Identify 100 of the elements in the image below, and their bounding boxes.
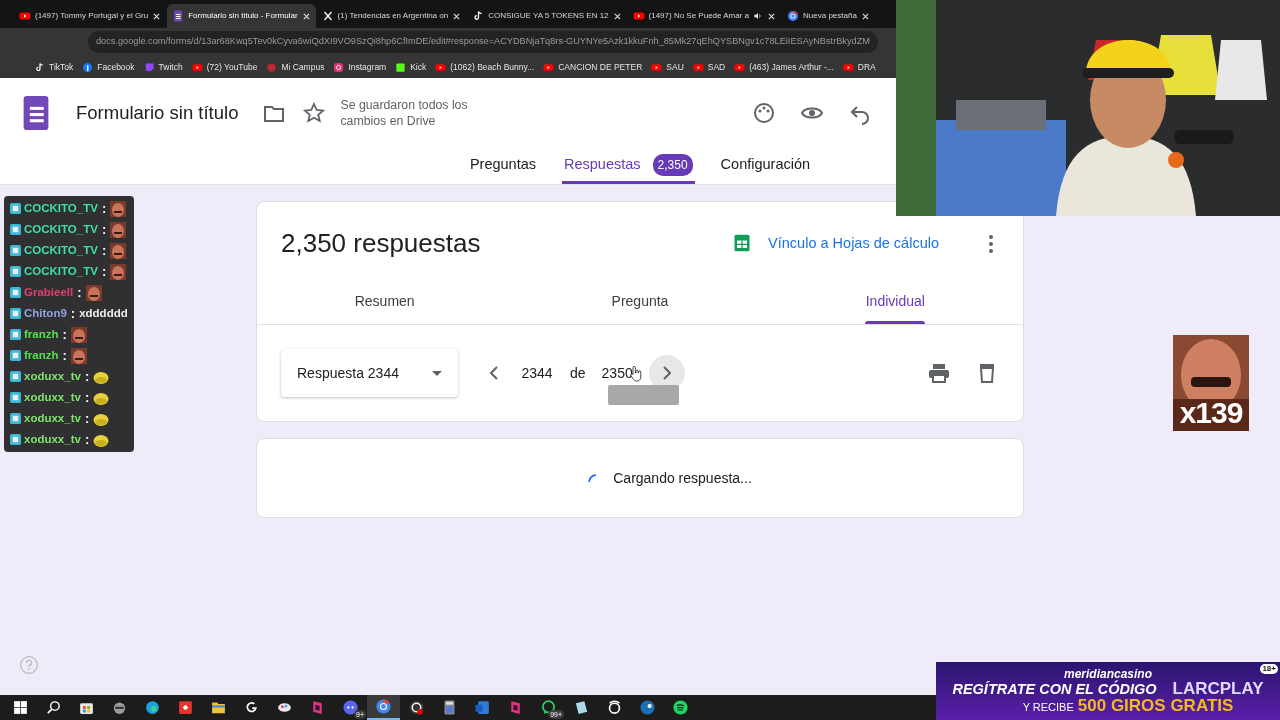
chevron-right-icon	[662, 366, 671, 380]
bookmark[interactable]: Twitch	[143, 60, 183, 74]
view-tab[interactable]: Resumen	[257, 279, 513, 324]
search-icon	[45, 699, 62, 716]
chat-separator: :	[83, 367, 91, 386]
loading-text: Cargando respuesta...	[613, 468, 752, 488]
close-icon[interactable]	[767, 11, 777, 21]
spreadsheet-icon	[732, 233, 753, 254]
count-badge: 2,350	[652, 153, 693, 176]
app-icon	[606, 699, 623, 716]
badge-icon	[10, 350, 21, 361]
form-tab[interactable]: Respuestas 2,350	[562, 148, 695, 184]
close-icon[interactable]	[612, 11, 622, 21]
bookmark[interactable]: Kick	[395, 60, 427, 74]
chevron-left-icon	[490, 366, 498, 380]
bookmark[interactable]: (1062) Beach Bunny...	[435, 60, 535, 74]
badge-icon	[10, 224, 21, 235]
page-input[interactable]: 2344	[520, 362, 554, 384]
chat-username: xoduxx_tv	[24, 389, 81, 405]
play-icon	[19, 10, 31, 22]
play-icon	[435, 61, 447, 73]
play-icon	[734, 61, 746, 73]
view-tab[interactable]: Pregunta	[512, 279, 768, 324]
bookmark[interactable]: Mi Campus	[266, 60, 325, 74]
browser-tab[interactable]: Nueva pestaña	[782, 4, 875, 28]
chat-separator: :	[76, 283, 83, 302]
form-title[interactable]: Formulario sin título	[76, 99, 239, 127]
browser-tab[interactable]: CONSIGUE YA 5 TOKENS EN 12	[467, 4, 627, 28]
chat-message: xdddddd	[79, 305, 128, 321]
badge-icon	[10, 245, 21, 256]
play-icon	[191, 61, 203, 73]
bookmark[interactable]: SAU	[651, 60, 684, 74]
chat-separator: :	[83, 430, 91, 449]
chat-username: xoduxx_tv	[24, 431, 81, 447]
app-icon	[177, 699, 194, 716]
form-icon	[22, 96, 50, 130]
browser-tab[interactable]: (1497) No Se Puede Amar a	[627, 4, 782, 28]
chat-separator: :	[100, 262, 108, 281]
badge-icon	[10, 434, 21, 445]
chat-separator: :	[100, 241, 108, 260]
close-icon[interactable]	[301, 11, 311, 21]
close-icon[interactable]	[452, 11, 462, 21]
close-icon[interactable]	[152, 11, 162, 21]
badge-icon	[10, 203, 21, 214]
bookmark[interactable]: SAD	[692, 60, 726, 74]
app-icon	[672, 699, 689, 716]
form-tab[interactable]: Preguntas	[467, 148, 538, 184]
play-icon	[692, 61, 704, 73]
chat-username: franzh	[24, 347, 59, 363]
page-label: de	[570, 363, 586, 383]
chat-separator: :	[100, 220, 108, 239]
bookmark[interactable]: CANCION DE PETER	[543, 60, 643, 74]
chat-bubble-icon	[143, 61, 155, 73]
ad-code: LARCPLAY	[1172, 680, 1264, 697]
print-icon[interactable]	[927, 361, 951, 385]
browser-icon	[375, 698, 392, 715]
play-icon	[543, 61, 555, 73]
taskbar-button[interactable]	[367, 695, 400, 720]
sheets-link[interactable]: Vínculo a Hojas de cálculo	[768, 232, 939, 255]
bookmark[interactable]: (463) James Arthur -...	[734, 60, 834, 74]
response-dropdown[interactable]: Respuesta 2344	[281, 349, 458, 397]
browser-icon	[787, 10, 800, 22]
app-icon	[408, 699, 425, 716]
chat-username: xoduxx_tv	[24, 410, 81, 426]
bookmark[interactable]: Facebook	[82, 60, 135, 74]
chat-separator: :	[61, 325, 68, 344]
ad-banner[interactable]: meridiancasino REGÍTRATE CON EL CÓDIGO LARCPLAY Y RECIBE 500 GIROS GRATIS 18+	[936, 662, 1280, 720]
badge-icon	[10, 287, 21, 298]
form-icon	[172, 10, 185, 22]
browser-tab[interactable]: Formulario sin título - Formular	[167, 4, 316, 28]
ad-offer: 500 GIROS GRATIS	[1077, 697, 1234, 714]
chat-username: COCKITO_TV	[24, 263, 98, 279]
bookmark[interactable]: DRA	[842, 60, 876, 74]
chat-username: franzh	[24, 326, 59, 342]
bookmark[interactable]: Instagram	[333, 60, 387, 74]
palette-icon[interactable]	[752, 101, 776, 125]
chat-username: xoduxx_tv	[24, 368, 81, 384]
form-tab[interactable]: Configuración	[718, 148, 813, 184]
view-tab[interactable]: Individual	[767, 279, 1023, 324]
site-icon	[395, 61, 407, 73]
browser-tab[interactable]: (1497) Tommy Portugal y el Gru	[14, 4, 167, 28]
play-icon	[651, 61, 663, 73]
close-icon[interactable]	[860, 11, 870, 21]
loading-spinner	[588, 473, 598, 483]
page-total: 2350	[601, 363, 633, 383]
camera-icon	[333, 61, 345, 73]
browser-tab[interactable]: (1) Tendencias en Argentina on	[316, 4, 467, 28]
play-icon	[842, 61, 854, 73]
note-icon	[34, 61, 45, 73]
bookmark[interactable]: (72) YouTube	[191, 60, 258, 74]
site-icon	[266, 61, 278, 73]
badge-icon	[10, 308, 21, 319]
note-icon	[472, 10, 485, 22]
address-bar[interactable]: docs.google.com/forms/d/13ar68Kwq5Tev0kCyva6wiQdXI9VO9SzQi8hp6CfImDE/edit#response=ACYDBNjaTq8rs-GUYNYe5Azk1kkuFnh_85Mk27qEhQYSBNgv1c78LEiIESAyNBstrBkydZM	[88, 31, 878, 53]
notepad-icon	[573, 699, 590, 716]
chat-username: COCKITO_TV	[24, 200, 98, 216]
chat-username: COCKITO_TV	[24, 221, 98, 237]
bookmark[interactable]: TikTok	[34, 60, 74, 74]
badge-icon	[10, 266, 21, 277]
caret-icon	[432, 370, 442, 376]
